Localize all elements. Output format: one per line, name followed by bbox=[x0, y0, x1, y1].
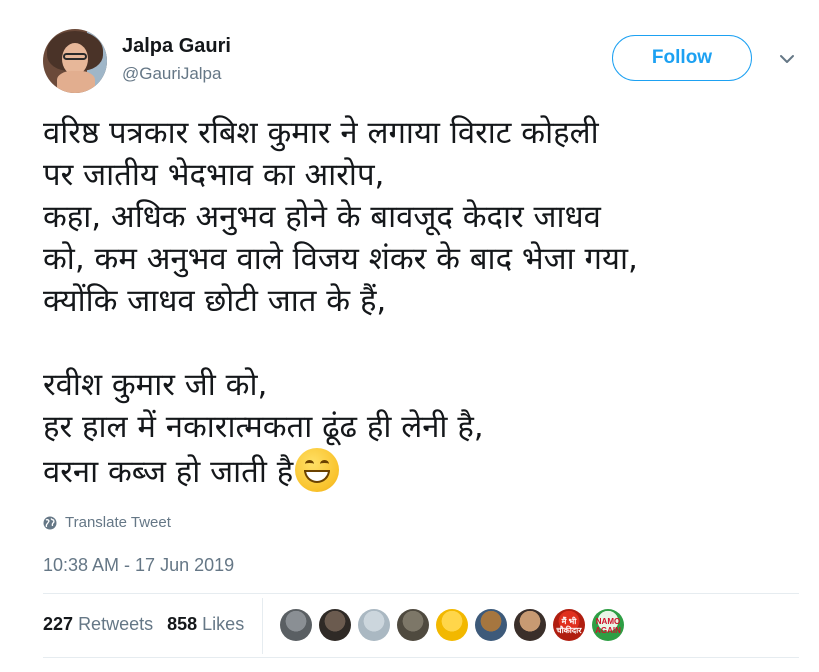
tweet-line-text: वरना कब्ज हो जाती है bbox=[43, 454, 294, 490]
chevron-down-icon[interactable] bbox=[778, 50, 796, 68]
retweets-label: Retweets bbox=[78, 614, 154, 634]
tweet-line: पर जातीय भेदभाव का आरोप, bbox=[43, 157, 385, 193]
likers-avatars: मैं भी चौकीदार NAMO AGAIN bbox=[280, 609, 624, 641]
author-name[interactable]: Jalpa Gauri bbox=[122, 35, 231, 58]
liker-avatar[interactable] bbox=[280, 609, 312, 641]
tweet-line: वरिष्ठ पत्रकार रबिश कुमार ने लगाया विराट… bbox=[43, 115, 599, 151]
divider bbox=[43, 657, 799, 658]
liker-avatar[interactable] bbox=[397, 609, 429, 641]
avatar-hand bbox=[57, 71, 95, 93]
author-avatar[interactable] bbox=[43, 29, 107, 93]
retweets-count: 227 bbox=[43, 614, 74, 634]
tweet-text: वरिष्ठ पत्रकार रबिश कुमार ने लगाया विराट… bbox=[43, 112, 803, 492]
tweet-line: रवीश कुमार जी को, bbox=[43, 367, 268, 403]
divider bbox=[43, 593, 799, 594]
tweet-line: कहा, अधिक अनुभव होने के बावजूद केदार जाध… bbox=[43, 199, 601, 235]
tweet-last-line: वरना कब्ज हो जाती है bbox=[43, 448, 803, 492]
likes-label: Likes bbox=[202, 614, 245, 634]
liker-avatar[interactable]: मैं भी चौकीदार bbox=[553, 609, 585, 641]
likes-count: 858 bbox=[167, 614, 198, 634]
liker-avatar-text: मैं भी चौकीदार bbox=[556, 617, 582, 635]
author-handle[interactable]: @GauriJalpa bbox=[122, 64, 221, 84]
retweets-stat[interactable]: 227 Retweets bbox=[43, 614, 153, 635]
liker-avatar-text: NAMO AGAIN bbox=[595, 617, 621, 635]
likes-stat[interactable]: 858 Likes bbox=[167, 614, 244, 635]
tweet-line: हर हाल में नकारात्मकता ढूंढ ही लेनी है, bbox=[43, 409, 484, 445]
liker-avatar[interactable] bbox=[514, 609, 546, 641]
translate-label: Translate Tweet bbox=[65, 514, 171, 531]
liker-avatar[interactable] bbox=[358, 609, 390, 641]
liker-avatar[interactable] bbox=[319, 609, 351, 641]
tweet-timestamp[interactable]: 10:38 AM - 17 Jun 2019 bbox=[43, 555, 234, 576]
translate-tweet-link[interactable]: Translate Tweet bbox=[43, 514, 171, 531]
globe-icon bbox=[43, 516, 57, 529]
grinning-face-emoji-icon bbox=[295, 448, 340, 492]
avatar-glasses bbox=[63, 53, 87, 60]
liker-avatar[interactable]: NAMO AGAIN bbox=[592, 609, 624, 641]
tweet-stats: 227 Retweets 858 Likes bbox=[43, 614, 244, 635]
tweet-line: को, कम अनुभव वाले विजय शंकर के बाद भेजा … bbox=[43, 241, 638, 277]
liker-avatar[interactable] bbox=[475, 609, 507, 641]
follow-button[interactable]: Follow bbox=[612, 35, 752, 81]
tweet-line: क्योंकि जाधव छोटी जात के हैं, bbox=[43, 283, 387, 319]
stats-divider bbox=[262, 598, 263, 654]
liker-avatar[interactable] bbox=[436, 609, 468, 641]
